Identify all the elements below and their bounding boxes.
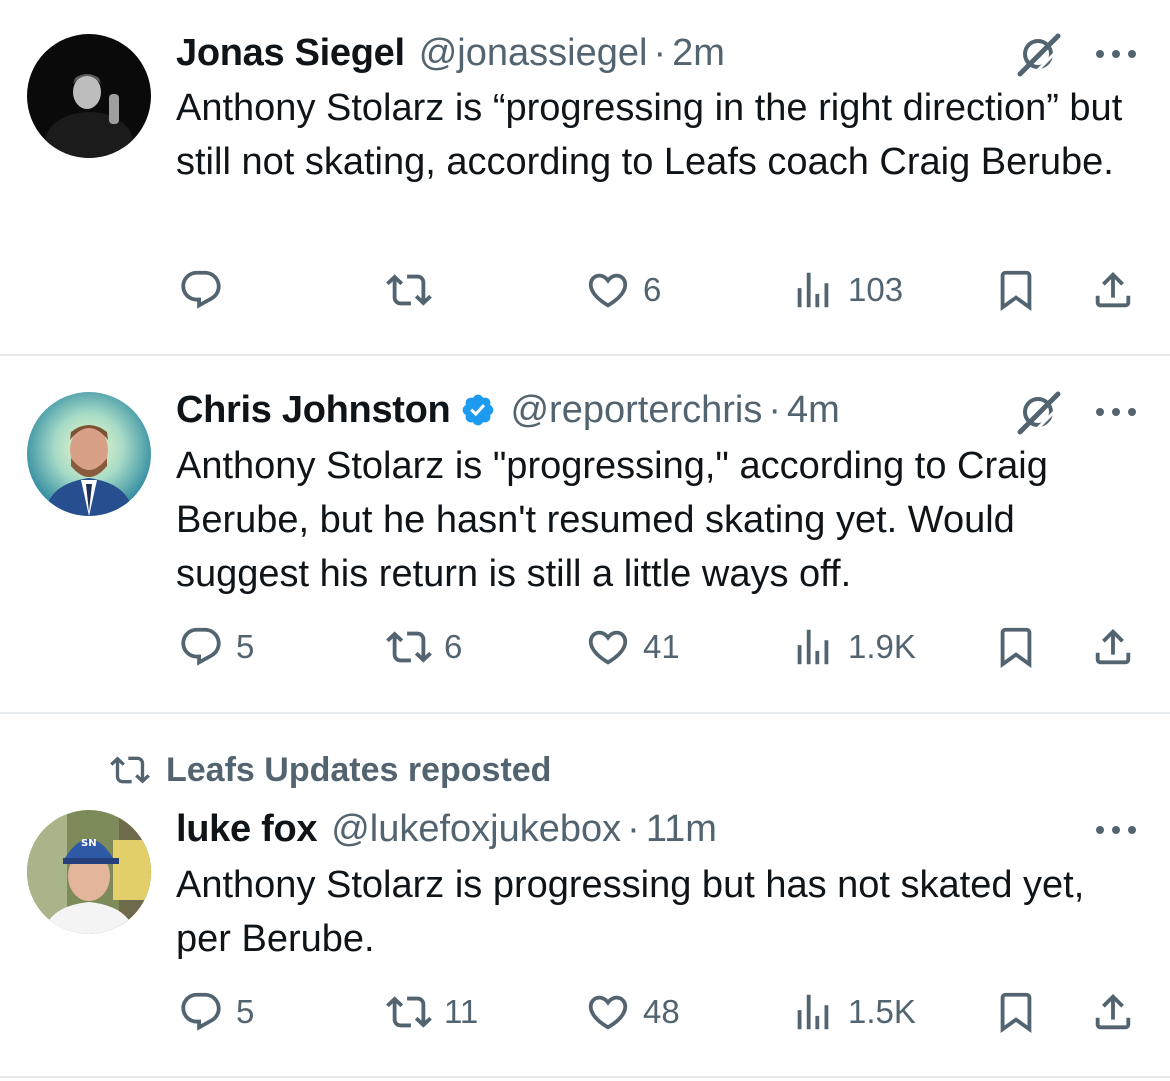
tweet-header: Chris Johnston @reporterchris · 4m	[176, 388, 840, 432]
view-count: 103	[848, 271, 904, 308]
tweet-header: Jonas Siegel @jonassiegel · 2m	[176, 31, 725, 75]
separator-dot: ·	[653, 31, 667, 74]
like-button[interactable]: 48	[585, 987, 680, 1037]
views-button[interactable]: 103	[790, 265, 903, 315]
author-handle[interactable]: @reporterchris	[510, 389, 762, 432]
like-icon	[585, 624, 631, 670]
views-icon	[790, 624, 836, 670]
like-button[interactable]: 6	[585, 265, 661, 315]
author-handle[interactable]: @jonassiegel	[419, 32, 648, 75]
bookmark-icon	[993, 267, 1039, 313]
reply-button[interactable]: 5	[178, 987, 254, 1037]
repost-context[interactable]: Leafs Updates reposted	[110, 750, 551, 790]
tweet-card[interactable]: Chris Johnston @reporterchris · 4m Antho…	[0, 356, 1170, 712]
bookmark-button[interactable]	[993, 622, 1039, 672]
like-button[interactable]: 41	[585, 622, 680, 672]
repost-button[interactable]	[386, 265, 444, 315]
bookmark-button[interactable]	[993, 265, 1039, 315]
avatar[interactable]	[27, 392, 151, 516]
share-button[interactable]	[1090, 622, 1136, 672]
action-bar: 5 11 48 1.5K	[0, 987, 1170, 1037]
author-handle[interactable]: @lukefoxjukebox	[331, 808, 621, 851]
reply-icon	[178, 989, 224, 1035]
separator-dot: ·	[627, 807, 640, 850]
repost-button[interactable]: 11	[386, 987, 478, 1037]
more-icon[interactable]	[1092, 44, 1140, 64]
reply-count: 5	[236, 993, 255, 1030]
timestamp[interactable]: 11m	[646, 808, 717, 851]
grok-icon[interactable]	[1014, 30, 1062, 78]
tweet-text: Anthony Stolarz is “progressing in the r…	[176, 87, 1123, 183]
svg-text:SN: SN	[81, 838, 97, 849]
tweet-divider	[0, 1076, 1170, 1078]
share-button[interactable]	[1090, 987, 1136, 1037]
repost-icon	[386, 989, 432, 1035]
action-bar: 5 6 41 1.9K	[0, 622, 1170, 672]
like-count: 48	[643, 993, 680, 1030]
tweet-text: Anthony Stolarz is "progressing," accord…	[176, 445, 1048, 595]
author-name[interactable]: Jonas Siegel	[176, 32, 405, 75]
repost-icon	[386, 267, 432, 313]
repost-count: 11	[444, 993, 479, 1030]
author-name[interactable]: luke fox	[176, 808, 318, 851]
grok-icon[interactable]	[1014, 388, 1062, 436]
more-icon[interactable]	[1092, 402, 1140, 422]
share-icon	[1090, 989, 1136, 1035]
repost-count: 6	[444, 628, 463, 665]
views-icon	[790, 267, 836, 313]
share-icon	[1090, 267, 1136, 313]
views-button[interactable]: 1.5K	[790, 987, 916, 1037]
more-icon[interactable]	[1092, 820, 1140, 840]
tweet-card[interactable]: Jonas Siegel @jonassiegel · 2m Anthony S…	[0, 0, 1170, 354]
reply-icon	[178, 624, 224, 670]
separator-dot: ·	[768, 388, 782, 431]
repost-icon	[110, 750, 150, 790]
tweet-text: Anthony Stolarz is progressing but has n…	[176, 864, 1085, 960]
reply-count: 5	[236, 628, 255, 665]
share-icon	[1090, 624, 1136, 670]
reply-button[interactable]: 5	[178, 622, 254, 672]
bookmark-icon	[993, 624, 1039, 670]
share-button[interactable]	[1090, 265, 1136, 315]
timeline-feed: Jonas Siegel @jonassiegel · 2m Anthony S…	[0, 0, 1170, 1081]
action-bar: 6 103	[0, 265, 1170, 315]
like-count: 41	[643, 628, 680, 665]
like-icon	[585, 989, 631, 1035]
tweet-header: luke fox @lukefoxjukebox · 11m	[176, 807, 717, 851]
timestamp[interactable]: 2m	[672, 32, 725, 75]
bookmark-icon	[993, 989, 1039, 1035]
view-count: 1.9K	[848, 628, 916, 665]
repost-label: Leafs Updates reposted	[166, 750, 552, 789]
views-icon	[790, 989, 836, 1035]
repost-icon	[386, 624, 432, 670]
author-name[interactable]: Chris Johnston	[176, 389, 451, 432]
avatar[interactable]: SN	[27, 810, 151, 934]
views-button[interactable]: 1.9K	[790, 622, 916, 672]
repost-button[interactable]: 6	[386, 622, 462, 672]
like-count: 6	[643, 271, 662, 308]
avatar[interactable]	[27, 34, 151, 158]
bookmark-button[interactable]	[993, 987, 1039, 1037]
reply-icon	[178, 267, 224, 313]
view-count: 1.5K	[848, 993, 916, 1030]
like-icon	[585, 267, 631, 313]
reply-button[interactable]	[178, 265, 236, 315]
tweet-card[interactable]: Leafs Updates reposted SN luke fox @luke…	[0, 714, 1170, 1074]
verified-badge-icon	[460, 392, 496, 428]
timestamp[interactable]: 4m	[787, 389, 840, 432]
